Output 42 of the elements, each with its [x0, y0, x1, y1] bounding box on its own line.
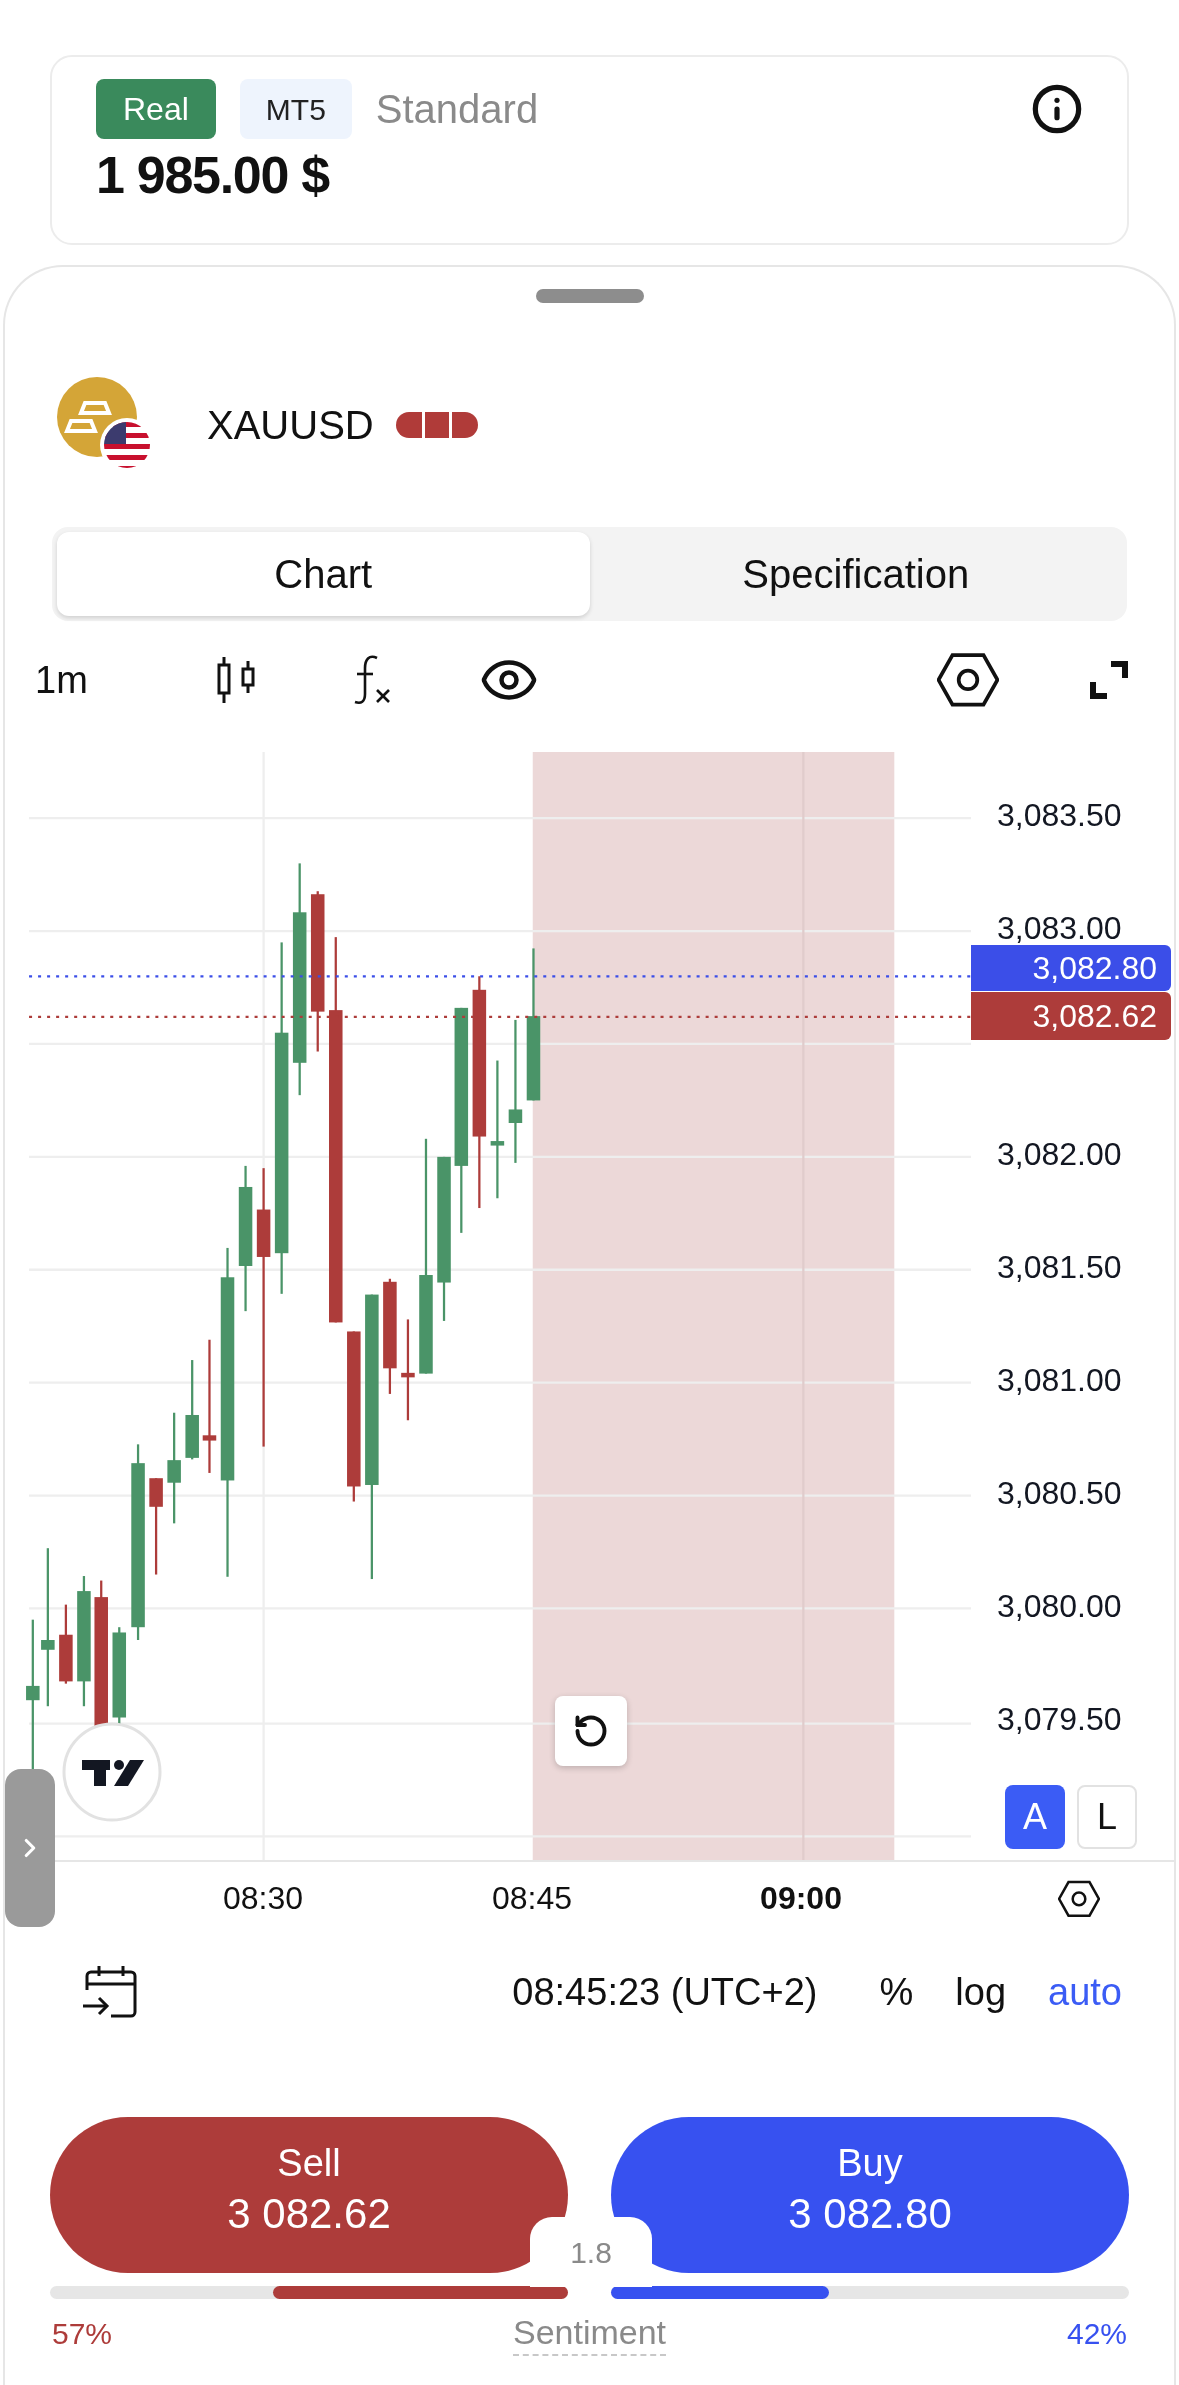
fullscreen-icon[interactable] — [1089, 660, 1129, 700]
price-axis-label: 3,081.50 — [997, 1251, 1122, 1283]
scale-mode-button[interactable]: L — [1077, 1785, 1137, 1849]
time-axis-label: 08:30 — [222, 1882, 304, 1914]
ask-price-badge: 3,082.80 — [971, 945, 1171, 991]
info-icon[interactable] — [1031, 83, 1083, 135]
price-axis-label: 3,083.00 — [997, 912, 1122, 944]
price-axis-label: 3,081.00 — [997, 1364, 1122, 1396]
interval-button[interactable]: 1m — [35, 651, 125, 709]
reset-chart-button[interactable] — [555, 1696, 627, 1766]
reset-icon — [573, 1713, 609, 1749]
price-axis-label: 3,080.50 — [997, 1477, 1122, 1509]
drag-handle[interactable] — [535, 289, 644, 303]
scale-option[interactable]: log — [955, 1963, 1007, 2021]
status-indicator-icon — [395, 412, 478, 438]
buy-sentiment-percent: 42% — [1066, 2316, 1127, 2352]
account-plan: Standard — [375, 86, 539, 133]
account-type-badge: Real — [96, 79, 216, 139]
bid-price-badge: 3,082.62 — [971, 992, 1171, 1040]
scale-mode-button[interactable]: A — [1005, 1785, 1065, 1849]
scale-option[interactable]: auto — [1048, 1963, 1122, 2021]
scale-option[interactable]: % — [879, 1963, 914, 2021]
price-axis-label: 3,079.50 — [997, 1703, 1122, 1735]
chart-clock: 08:45:23 (UTC+2) — [512, 1969, 818, 2015]
instrument-symbol: XAUUSD — [207, 402, 374, 449]
time-axis-label: 09:00 — [760, 1882, 842, 1914]
calendar-arrow-icon[interactable] — [81, 1964, 139, 2020]
settings-icon[interactable] — [1058, 1880, 1100, 1918]
side-panel-tab[interactable] — [5, 1769, 55, 1927]
tab[interactable]: Chart — [57, 532, 590, 616]
sell-button[interactable]: Sell 3 082.62 — [50, 2117, 568, 2273]
buy-button[interactable]: Buy 3 082.80 — [611, 2117, 1129, 2273]
sell-sentiment-percent: 57% — [52, 2316, 113, 2352]
tab[interactable]: Specification — [589, 532, 1122, 616]
price-axis-label: 3,083.50 — [997, 799, 1122, 831]
price-axis-label: 3,080.00 — [997, 1590, 1122, 1622]
time-axis-label: 08:45 — [491, 1882, 573, 1914]
account-balance: 1 985.00 $ — [96, 149, 331, 201]
price-axis-label: 3,082.00 — [997, 1138, 1122, 1170]
spread-value: 1.8 — [530, 2217, 652, 2287]
platform-badge: MT5 — [239, 79, 352, 139]
settings-icon[interactable] — [937, 652, 999, 708]
